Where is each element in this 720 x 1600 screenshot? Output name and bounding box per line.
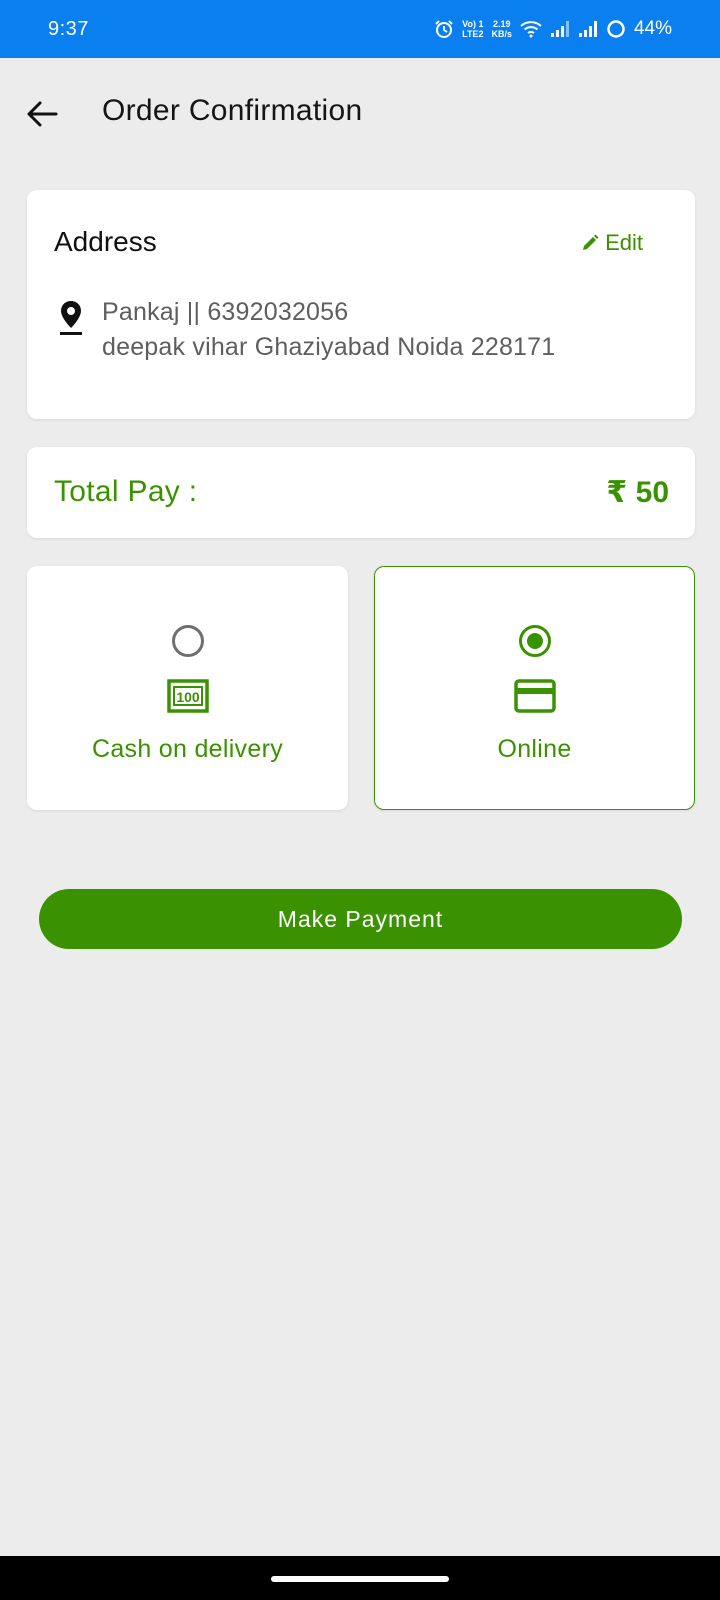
status-time: 9:37 — [48, 17, 89, 40]
battery-percent: 44% — [633, 18, 672, 39]
edit-label: Edit — [605, 230, 643, 255]
signal-icon-2 — [578, 20, 598, 38]
address-card: Address Edit Pankaj || 6392032056 deepak… — [27, 190, 695, 419]
network-speed: 2.19 KB/s — [491, 19, 512, 39]
total-pay-card: Total Pay : ₹ 50 — [27, 447, 695, 538]
volte-bottom: LTE2 — [462, 29, 484, 39]
back-button[interactable] — [22, 94, 62, 134]
payment-option-online[interactable]: Online — [374, 566, 695, 810]
battery-icon — [606, 19, 626, 39]
total-pay-amount: ₹ 50 — [606, 476, 669, 509]
payment-option-cod[interactable]: 100 Cash on delivery — [27, 566, 348, 810]
speed-value: 2.19 — [492, 19, 511, 29]
signal-icon — [550, 20, 570, 38]
page-title: Order Confirmation — [102, 94, 363, 127]
online-label: Online — [497, 735, 572, 763]
home-indicator[interactable] — [271, 1576, 449, 1582]
cod-radio[interactable] — [171, 625, 204, 657]
cash-icon: 100 — [166, 679, 209, 718]
svg-text:100: 100 — [176, 689, 200, 705]
cod-label: Cash on delivery — [91, 735, 283, 763]
pencil-icon — [583, 234, 599, 250]
address-title: Address — [54, 226, 157, 257]
navigation-bar — [0, 1556, 720, 1600]
status-bar: 9:37 Vo) 1 LTE2 2.19 KB/s 44% — [0, 0, 720, 58]
app-bar: Order Confirmation — [0, 58, 720, 168]
address-name-phone: Pankaj || 6392032056 — [102, 298, 349, 326]
wifi-icon — [520, 20, 542, 38]
alarm-icon — [434, 19, 454, 39]
total-pay-label: Total Pay : — [54, 475, 198, 508]
volte-top: Vo) 1 — [462, 19, 484, 29]
status-icons: Vo) 1 LTE2 2.19 KB/s 44% — [434, 18, 672, 40]
edit-address-button[interactable]: Edit — [581, 230, 643, 256]
make-payment-button[interactable]: Make Payment — [39, 889, 682, 949]
speed-unit: KB/s — [491, 29, 512, 39]
arrow-left-icon — [27, 101, 58, 127]
credit-card-icon — [513, 679, 556, 718]
location-pin-icon — [58, 300, 84, 341]
volte-indicator: Vo) 1 LTE2 — [462, 19, 483, 39]
online-radio[interactable] — [518, 625, 551, 657]
address-street: deepak vihar Ghaziyabad Noida 228171 — [102, 333, 556, 361]
